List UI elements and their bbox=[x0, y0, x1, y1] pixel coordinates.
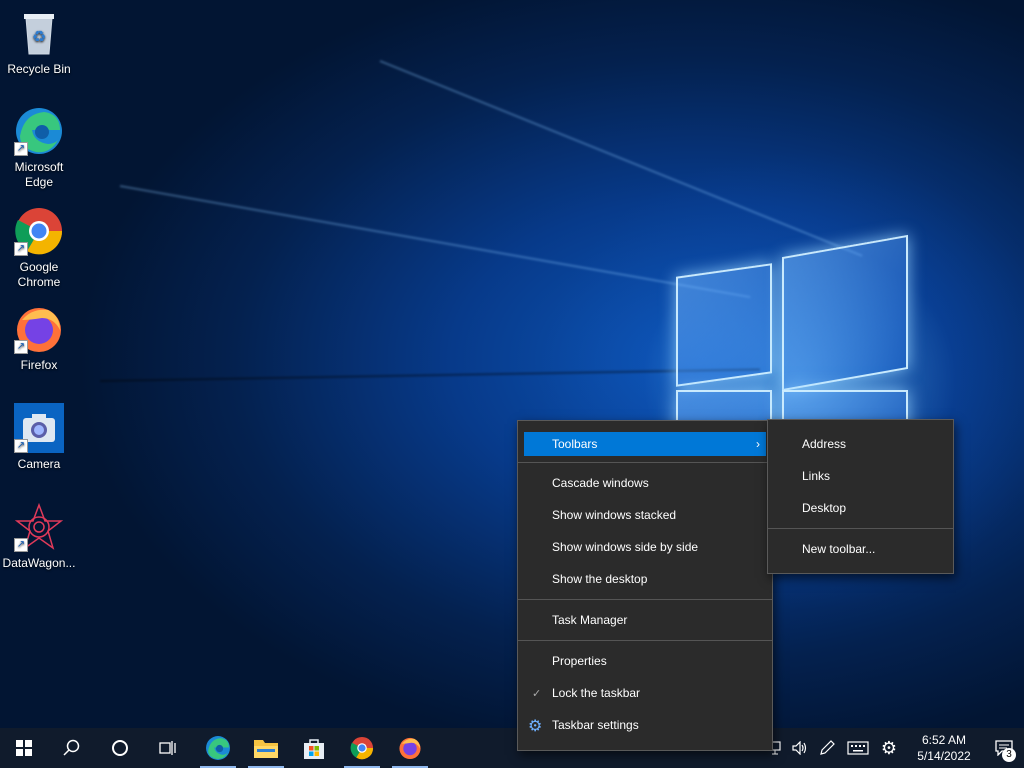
chrome-icon bbox=[350, 736, 374, 760]
windows-start-icon bbox=[16, 740, 32, 756]
touch-keyboard-icon[interactable] bbox=[842, 728, 874, 768]
menu-item-task-manager[interactable]: Task Manager bbox=[518, 604, 772, 636]
menu-item-taskbar-settings[interactable]: ⚙ Taskbar settings bbox=[518, 709, 772, 741]
firefox-icon bbox=[399, 737, 421, 760]
taskbar-chrome-button[interactable] bbox=[338, 728, 386, 768]
taskbar-store-button[interactable] bbox=[290, 728, 338, 768]
settings-gear-icon: ⚙ bbox=[528, 715, 543, 735]
search-button[interactable] bbox=[48, 728, 96, 768]
submenu-item-desktop[interactable]: Desktop bbox=[768, 492, 953, 524]
submenu-item-address[interactable]: Address bbox=[768, 428, 953, 460]
menu-item-label: Properties bbox=[552, 654, 607, 668]
chevron-right-icon: › bbox=[756, 437, 760, 451]
store-icon bbox=[304, 739, 324, 759]
menu-item-label: Task Manager bbox=[552, 613, 628, 627]
menu-item-label: Show windows stacked bbox=[552, 508, 677, 522]
light-beam bbox=[379, 60, 863, 257]
menu-item-show-windows-side-by-side[interactable]: Show windows side by side bbox=[518, 531, 772, 563]
menu-item-label: Cascade windows bbox=[552, 476, 649, 490]
menu-item-label: Toolbars bbox=[552, 437, 598, 451]
desktop-background[interactable]: ♻ Recycle Bin ↗ Microsoft Edge ↗ Google … bbox=[0, 0, 1024, 728]
chrome-icon: ↗ bbox=[14, 206, 64, 256]
svg-text:♻: ♻ bbox=[32, 27, 46, 46]
task-view-button[interactable] bbox=[144, 728, 192, 768]
taskbar-firefox-button[interactable] bbox=[386, 728, 434, 768]
menu-separator bbox=[518, 462, 772, 463]
desktop-icon-label: Firefox bbox=[20, 358, 58, 372]
menu-item-properties[interactable]: Properties bbox=[518, 645, 772, 677]
desktop-icon-label: DataWagon... bbox=[2, 556, 76, 570]
desktop-icon-label: Google Chrome bbox=[17, 260, 61, 289]
system-tray: ⚙ 6:52 AM 5/14/2022 3 bbox=[764, 728, 1024, 768]
camera-icon: ↗ bbox=[14, 403, 64, 453]
menu-separator bbox=[518, 640, 772, 641]
edge-icon: ↗ bbox=[14, 106, 64, 156]
action-center-button[interactable]: 3 bbox=[984, 728, 1024, 768]
notification-count-badge: 3 bbox=[1002, 748, 1016, 762]
desktop-icon-datawagon[interactable]: ↗ DataWagon... bbox=[1, 502, 77, 571]
desktop-icon-camera[interactable]: ↗ Camera bbox=[1, 403, 77, 472]
search-icon bbox=[63, 739, 80, 756]
cortana-circle-icon bbox=[112, 740, 128, 756]
recycle-bin-icon: ♻ bbox=[14, 8, 64, 58]
task-view-icon bbox=[159, 741, 176, 755]
menu-item-toolbars[interactable]: Toolbars › bbox=[524, 432, 766, 456]
pen-workspace-icon[interactable] bbox=[812, 728, 842, 768]
desktop-icon-chrome[interactable]: ↗ Google Chrome bbox=[1, 206, 77, 290]
desktop-icon-label: Camera bbox=[17, 457, 61, 471]
settings-gear-icon[interactable]: ⚙ bbox=[874, 728, 904, 768]
datawagon-icon: ↗ bbox=[14, 502, 64, 552]
menu-item-cascade-windows[interactable]: Cascade windows bbox=[518, 467, 772, 499]
menu-item-label: Links bbox=[802, 469, 831, 483]
clock-time: 6:52 AM bbox=[921, 733, 967, 747]
menu-item-show-the-desktop[interactable]: Show the desktop bbox=[518, 563, 772, 595]
menu-item-label: Show windows side by side bbox=[552, 540, 699, 554]
cortana-button[interactable] bbox=[96, 728, 144, 768]
firefox-icon: ↗ bbox=[14, 304, 64, 354]
desktop-icon-recycle-bin[interactable]: ♻ Recycle Bin bbox=[1, 8, 77, 77]
submenu-item-new-toolbar[interactable]: New toolbar... bbox=[768, 533, 953, 565]
desktop-icon-firefox[interactable]: ↗ Firefox bbox=[1, 304, 77, 373]
menu-item-lock-the-taskbar[interactable]: ✓ Lock the taskbar bbox=[518, 677, 772, 709]
menu-separator bbox=[518, 599, 772, 600]
clock[interactable]: 6:52 AM 5/14/2022 bbox=[904, 732, 984, 764]
start-button[interactable] bbox=[0, 728, 48, 768]
taskbar-edge-button[interactable] bbox=[194, 728, 242, 768]
submenu-item-links[interactable]: Links bbox=[768, 460, 953, 492]
desktop-icon-label: Recycle Bin bbox=[7, 62, 71, 76]
menu-item-label: New toolbar... bbox=[802, 542, 876, 556]
menu-item-label: Desktop bbox=[802, 501, 847, 515]
menu-item-show-windows-stacked[interactable]: Show windows stacked bbox=[518, 499, 772, 531]
taskbar-file-explorer-button[interactable] bbox=[242, 728, 290, 768]
edge-icon bbox=[206, 736, 230, 760]
menu-item-label: Lock the taskbar bbox=[552, 686, 641, 700]
menu-separator bbox=[768, 528, 953, 529]
light-beam bbox=[99, 368, 760, 382]
desktop-icon-edge[interactable]: ↗ Microsoft Edge bbox=[1, 106, 77, 190]
toolbars-submenu: Address Links Desktop New toolbar... bbox=[767, 419, 954, 574]
volume-icon[interactable] bbox=[788, 728, 812, 768]
light-beam bbox=[119, 185, 751, 299]
menu-item-label: Show the desktop bbox=[552, 572, 648, 586]
menu-item-label: Address bbox=[802, 437, 847, 451]
folder-icon bbox=[254, 740, 278, 758]
checkmark-icon: ✓ bbox=[532, 687, 542, 700]
menu-item-label: Taskbar settings bbox=[552, 718, 639, 732]
clock-date: 5/14/2022 bbox=[917, 749, 971, 763]
desktop-icon-label: Microsoft Edge bbox=[14, 160, 64, 189]
taskbar-context-menu: Toolbars › Cascade windows Show windows … bbox=[517, 420, 773, 751]
taskbar[interactable]: ⚙ 6:52 AM 5/14/2022 3 bbox=[0, 728, 1024, 768]
